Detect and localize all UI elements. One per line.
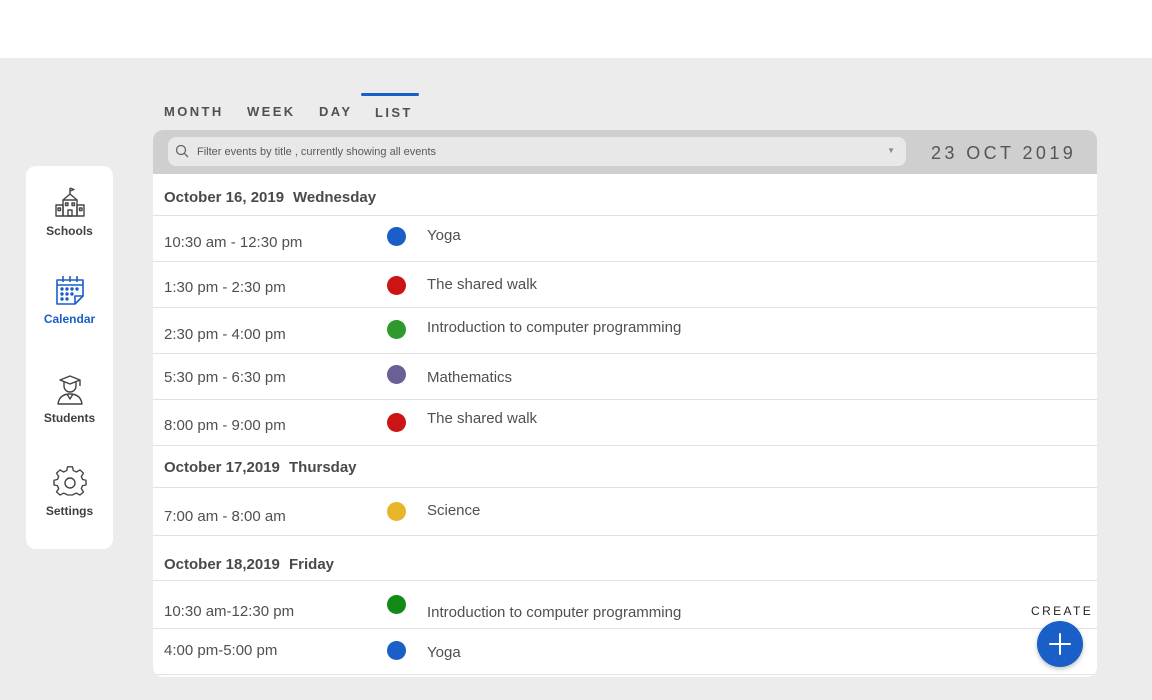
event-time: 10:30 am-12:30 pm	[164, 603, 295, 620]
sidebar-item-students[interactable]: Students	[26, 373, 113, 425]
plus-icon	[1049, 633, 1071, 655]
event-title: The shared walk	[427, 410, 538, 427]
active-tab-indicator	[361, 93, 419, 96]
day-date: October 18,2019	[164, 556, 280, 573]
event-row[interactable]: 5:30 pm - 6:30 pm Mathematics	[153, 354, 1097, 400]
event-row[interactable]: 10:30 am-12:30 pm Introduction to compute…	[153, 583, 1097, 629]
event-title: Introduction to computer programming	[427, 319, 682, 336]
event-color-dot	[387, 502, 406, 521]
day-weekday: Thursday	[289, 459, 357, 476]
search-input[interactable]	[197, 137, 877, 166]
day-date: October 16, 2019	[164, 189, 285, 206]
sidebar-item-schools[interactable]: Schools	[26, 186, 113, 238]
event-time: 4:00 pm-5:00 pm	[164, 642, 278, 659]
day-weekday: Friday	[289, 556, 335, 573]
event-time: 2:30 pm - 4:00 pm	[164, 326, 286, 343]
event-title: Yoga	[427, 644, 461, 661]
tab-month[interactable]: MONTH	[164, 104, 224, 119]
tab-week[interactable]: WEEK	[247, 104, 296, 119]
day-date: October 17,2019	[164, 459, 280, 476]
tab-list[interactable]: LIST	[375, 105, 413, 120]
sidebar-item-label: Schools	[46, 224, 93, 238]
event-color-dot	[387, 365, 406, 384]
gear-icon	[52, 466, 87, 496]
panel-header: ▼ 23 OCT 2019	[153, 130, 1097, 174]
event-time: 7:00 am - 8:00 am	[164, 508, 286, 525]
search-icon	[175, 144, 189, 158]
school-icon	[54, 187, 85, 217]
create-label: CREATE	[1031, 604, 1094, 618]
sidebar-item-label: Students	[43, 411, 96, 425]
calendar-icon	[55, 276, 84, 305]
event-color-dot	[387, 320, 406, 339]
event-title: The shared walk	[427, 276, 538, 293]
student-icon	[56, 375, 83, 405]
current-date: 23 OCT 2019	[931, 143, 1077, 163]
event-row[interactable]: 7:00 am - 8:00 am Science	[153, 490, 1097, 536]
event-time: 5:30 pm - 6:30 pm	[164, 369, 286, 386]
event-time: 8:00 pm - 9:00 pm	[164, 417, 286, 434]
chevron-down-icon[interactable]: ▼	[887, 146, 895, 155]
event-filter[interactable]: ▼	[168, 137, 906, 166]
sidebar-item-settings[interactable]: Settings	[26, 466, 113, 518]
sidebar-item-label: Calendar	[43, 312, 96, 326]
event-title: Mathematics	[427, 369, 513, 386]
event-color-dot	[387, 276, 406, 295]
event-row[interactable]: 2:30 pm - 4:00 pm Introduction to compute…	[153, 308, 1097, 354]
day-header: October 18,2019 Friday	[153, 539, 1097, 581]
event-color-dot	[387, 413, 406, 432]
event-time: 10:30 am - 12:30 pm	[164, 234, 303, 251]
sidebar: Schools Calendar Students Settings	[26, 166, 113, 549]
event-color-dot	[387, 595, 406, 614]
day-header: October 16, 2019 Wednesday	[153, 174, 1097, 216]
event-row[interactable]: 10:30 am - 12:30 pm Yoga	[153, 216, 1097, 262]
sidebar-item-label: Settings	[45, 504, 94, 518]
tab-day[interactable]: DAY	[319, 104, 352, 119]
event-row[interactable]: 8:00 pm - 9:00 pm The shared walk	[153, 400, 1097, 446]
event-time: 1:30 pm - 2:30 pm	[164, 279, 286, 296]
event-title: Introduction to computer programming	[427, 604, 682, 621]
create-button[interactable]	[1037, 621, 1083, 667]
sidebar-item-calendar[interactable]: Calendar	[26, 274, 113, 326]
event-title: Science	[427, 502, 481, 519]
event-row[interactable]: 1:30 pm - 2:30 pm The shared walk	[153, 262, 1097, 308]
day-header: October 17,2019 Thursday	[153, 446, 1097, 488]
event-list-panel: ▼ 23 OCT 2019 October 16, 2019 Wednesday 1…	[153, 130, 1097, 677]
event-color-dot	[387, 641, 406, 660]
event-color-dot	[387, 227, 406, 246]
day-weekday: Wednesday	[293, 189, 377, 206]
top-bar	[0, 0, 1152, 58]
event-row[interactable]: 4:00 pm-5:00 pm Yoga	[153, 629, 1097, 675]
event-title: Yoga	[427, 227, 461, 244]
